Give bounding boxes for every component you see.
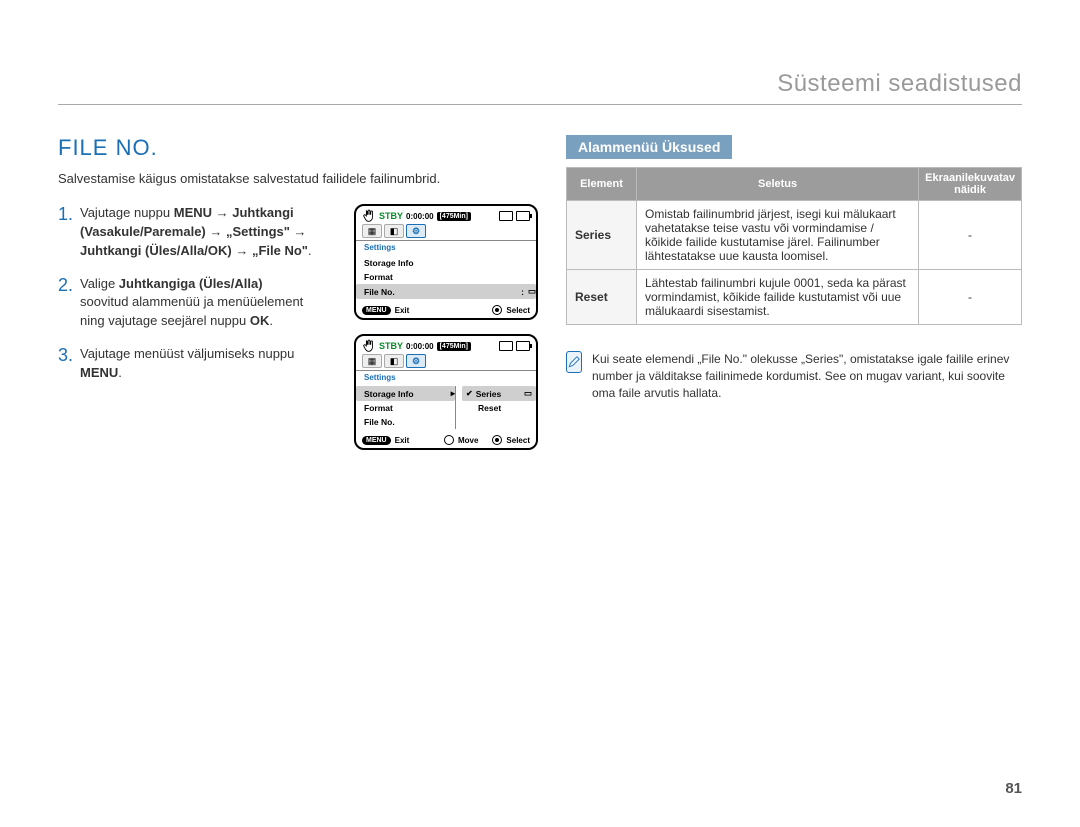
battery-icon [516, 211, 530, 221]
lcd-item: Format [364, 401, 455, 415]
step-text: Vajutage menüüst väljumiseks nuppu MENU. [80, 345, 320, 383]
table-row: Reset Lähtestab failinumbri kujule 0001,… [567, 270, 1022, 325]
settings-label: Settings [356, 241, 536, 256]
right-column: Alammenüü Üksused Element Seletus Ekraan… [566, 135, 1022, 450]
gear-icon: ⚙ [412, 226, 420, 237]
move-ring-icon [444, 435, 454, 445]
lcd-tab-settings: ⚙ [406, 354, 426, 368]
step-text: Vajutage nuppu MENU → Juhtkangi (Vasakul… [80, 204, 320, 261]
step-number: 1. [58, 204, 80, 226]
hand-icon [362, 209, 376, 223]
stby-label: STBY [379, 211, 403, 221]
ok-ring-icon [492, 305, 502, 315]
th-display: Ekraanilekuvatav näidik [919, 168, 1022, 201]
step-1: 1. Vajutage nuppu MENU → Juhtkangi (Vasa… [58, 204, 350, 261]
th-element: Element [567, 168, 637, 201]
lcd-screen-1: STBY 0:00:00 [475Min] ▦ ◧ ⚙ Settin [354, 204, 538, 320]
min-badge: [475Min] [437, 212, 471, 221]
lcd-screen-2: STBY 0:00:00 [475Min] ▦ ◧ ⚙ Settin [354, 334, 538, 450]
cell-display: - [919, 201, 1022, 270]
step-number: 2. [58, 275, 80, 297]
lcd-tab-settings: ⚙ [406, 224, 426, 238]
th-desc: Seletus [637, 168, 919, 201]
page-header: Süsteemi seadistused [58, 70, 1022, 105]
note-icon [566, 351, 582, 373]
stby-label: STBY [379, 341, 403, 351]
left-column: FILE NO. Salvestamise käigus omistatakse… [58, 135, 538, 450]
step-number: 3. [58, 345, 80, 367]
time-label: 0:00:00 [406, 342, 434, 351]
submenu-reset: Reset [462, 401, 536, 415]
lcd-tab: ◧ [384, 224, 404, 238]
lcd-tab: ▦ [362, 354, 382, 368]
step-text: Valige Juhtkangiga (Üles/Alla) soovitud … [80, 275, 320, 332]
note: Kui seate elemendi „File No." olekusse „… [566, 351, 1022, 401]
min-badge: [475Min] [437, 342, 471, 351]
step-2: 2. Valige Juhtkangiga (Üles/Alla) soovit… [58, 275, 350, 332]
chapter-title: Süsteemi seadistused [777, 70, 1022, 97]
menu-pill: MENU [362, 306, 391, 315]
cell-desc: Omistab failinumbrid järjest, isegi kui … [637, 201, 919, 270]
cell-element: Reset [567, 270, 637, 325]
cell-display: - [919, 270, 1022, 325]
section-title: FILE NO. [58, 135, 538, 161]
lcd-item: File No. [364, 415, 455, 429]
battery-icon [516, 341, 530, 351]
ok-ring-icon [492, 435, 502, 445]
submenu-series: ✔Series▭ [462, 386, 536, 401]
submenu-table: Element Seletus Ekraanilekuvatav näidik … [566, 167, 1022, 325]
lcd-item: Storage Info [364, 256, 536, 270]
cell-element: Series [567, 201, 637, 270]
note-text: Kui seate elemendi „File No." olekusse „… [592, 351, 1022, 401]
lcd-screens: STBY 0:00:00 [475Min] ▦ ◧ ⚙ Settin [354, 204, 538, 450]
page-number: 81 [1005, 780, 1022, 797]
table-row: Series Omistab failinumbrid järjest, ise… [567, 201, 1022, 270]
gear-icon: ⚙ [412, 356, 420, 367]
check-icon: ✔ [466, 389, 473, 398]
card-icon [499, 341, 513, 351]
hand-icon [362, 339, 376, 353]
intro-text: Salvestamise käigus omistatakse salvesta… [58, 171, 538, 186]
series-tiny-icon: ▭ [528, 286, 536, 297]
lcd-tab: ▦ [362, 224, 382, 238]
cell-desc: Lähtestab failinumbri kujule 0001, seda … [637, 270, 919, 325]
lcd-item-selected: File No. : ▭ [356, 284, 536, 299]
step-3: 3. Vajutage menüüst väljumiseks nuppu ME… [58, 345, 350, 383]
menu-pill: MENU [362, 436, 391, 445]
card-icon [499, 211, 513, 221]
time-label: 0:00:00 [406, 212, 434, 221]
lcd-item: Format [364, 270, 536, 284]
settings-label: Settings [356, 371, 536, 386]
lcd-item: Storage Info▸ [356, 386, 455, 401]
submenu-heading: Alammenüü Üksused [566, 135, 732, 159]
lcd-tab: ◧ [384, 354, 404, 368]
